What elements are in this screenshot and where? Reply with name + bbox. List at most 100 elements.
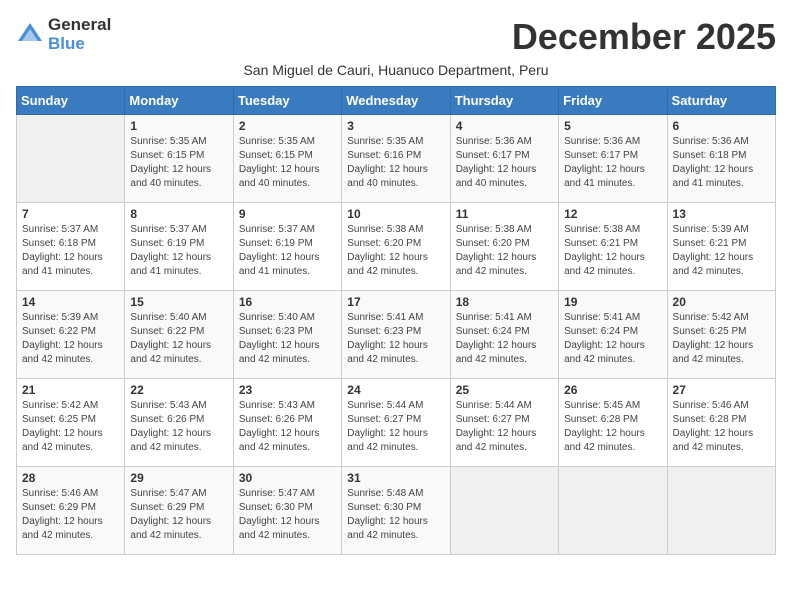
day-number: 19	[564, 295, 661, 309]
day-info: Sunrise: 5:47 AMSunset: 6:29 PMDaylight:…	[130, 487, 227, 543]
day-header-saturday: Saturday	[667, 87, 775, 115]
day-info: Sunrise: 5:39 AMSunset: 6:21 PMDaylight:…	[673, 223, 770, 279]
calendar-cell: 12 Sunrise: 5:38 AMSunset: 6:21 PMDaylig…	[559, 203, 667, 291]
day-info: Sunrise: 5:41 AMSunset: 6:23 PMDaylight:…	[347, 311, 444, 367]
day-info: Sunrise: 5:45 AMSunset: 6:28 PMDaylight:…	[564, 399, 661, 455]
calendar-cell: 31 Sunrise: 5:48 AMSunset: 6:30 PMDaylig…	[342, 467, 450, 555]
day-info: Sunrise: 5:41 AMSunset: 6:24 PMDaylight:…	[564, 311, 661, 367]
calendar-cell: 26 Sunrise: 5:45 AMSunset: 6:28 PMDaylig…	[559, 379, 667, 467]
week-row-4: 21 Sunrise: 5:42 AMSunset: 6:25 PMDaylig…	[17, 379, 776, 467]
day-info: Sunrise: 5:35 AMSunset: 6:16 PMDaylight:…	[347, 135, 444, 191]
day-number: 5	[564, 119, 661, 133]
calendar-cell: 25 Sunrise: 5:44 AMSunset: 6:27 PMDaylig…	[450, 379, 558, 467]
calendar-cell: 21 Sunrise: 5:42 AMSunset: 6:25 PMDaylig…	[17, 379, 125, 467]
day-number: 22	[130, 383, 227, 397]
calendar-cell	[667, 467, 775, 555]
calendar-cell: 15 Sunrise: 5:40 AMSunset: 6:22 PMDaylig…	[125, 291, 233, 379]
calendar-cell: 2 Sunrise: 5:35 AMSunset: 6:15 PMDayligh…	[233, 115, 341, 203]
day-info: Sunrise: 5:35 AMSunset: 6:15 PMDaylight:…	[130, 135, 227, 191]
calendar-cell: 18 Sunrise: 5:41 AMSunset: 6:24 PMDaylig…	[450, 291, 558, 379]
day-header-friday: Friday	[559, 87, 667, 115]
day-info: Sunrise: 5:37 AMSunset: 6:19 PMDaylight:…	[130, 223, 227, 279]
calendar-cell: 24 Sunrise: 5:44 AMSunset: 6:27 PMDaylig…	[342, 379, 450, 467]
day-info: Sunrise: 5:43 AMSunset: 6:26 PMDaylight:…	[130, 399, 227, 455]
calendar-cell: 9 Sunrise: 5:37 AMSunset: 6:19 PMDayligh…	[233, 203, 341, 291]
day-number: 3	[347, 119, 444, 133]
calendar-cell: 17 Sunrise: 5:41 AMSunset: 6:23 PMDaylig…	[342, 291, 450, 379]
calendar-cell: 30 Sunrise: 5:47 AMSunset: 6:30 PMDaylig…	[233, 467, 341, 555]
day-info: Sunrise: 5:44 AMSunset: 6:27 PMDaylight:…	[456, 399, 553, 455]
day-info: Sunrise: 5:48 AMSunset: 6:30 PMDaylight:…	[347, 487, 444, 543]
day-number: 23	[239, 383, 336, 397]
calendar-cell: 10 Sunrise: 5:38 AMSunset: 6:20 PMDaylig…	[342, 203, 450, 291]
logo: General Blue	[16, 16, 111, 53]
logo-general: General	[48, 16, 111, 35]
day-number: 24	[347, 383, 444, 397]
day-info: Sunrise: 5:37 AMSunset: 6:18 PMDaylight:…	[22, 223, 119, 279]
subtitle: San Miguel de Cauri, Huanuco Department,…	[16, 62, 776, 78]
calendar-cell	[450, 467, 558, 555]
day-info: Sunrise: 5:36 AMSunset: 6:18 PMDaylight:…	[673, 135, 770, 191]
day-number: 11	[456, 207, 553, 221]
day-number: 8	[130, 207, 227, 221]
calendar-cell: 7 Sunrise: 5:37 AMSunset: 6:18 PMDayligh…	[17, 203, 125, 291]
day-number: 21	[22, 383, 119, 397]
day-header-thursday: Thursday	[450, 87, 558, 115]
day-info: Sunrise: 5:37 AMSunset: 6:19 PMDaylight:…	[239, 223, 336, 279]
day-number: 17	[347, 295, 444, 309]
calendar-cell: 3 Sunrise: 5:35 AMSunset: 6:16 PMDayligh…	[342, 115, 450, 203]
week-row-3: 14 Sunrise: 5:39 AMSunset: 6:22 PMDaylig…	[17, 291, 776, 379]
day-info: Sunrise: 5:43 AMSunset: 6:26 PMDaylight:…	[239, 399, 336, 455]
day-number: 31	[347, 471, 444, 485]
calendar-cell: 1 Sunrise: 5:35 AMSunset: 6:15 PMDayligh…	[125, 115, 233, 203]
day-number: 13	[673, 207, 770, 221]
calendar-table: SundayMondayTuesdayWednesdayThursdayFrid…	[16, 86, 776, 555]
day-number: 20	[673, 295, 770, 309]
logo-icon	[16, 21, 44, 49]
day-info: Sunrise: 5:38 AMSunset: 6:21 PMDaylight:…	[564, 223, 661, 279]
month-title: December 2025	[512, 16, 776, 58]
calendar-cell: 23 Sunrise: 5:43 AMSunset: 6:26 PMDaylig…	[233, 379, 341, 467]
calendar-cell: 22 Sunrise: 5:43 AMSunset: 6:26 PMDaylig…	[125, 379, 233, 467]
day-number: 9	[239, 207, 336, 221]
day-header-tuesday: Tuesday	[233, 87, 341, 115]
day-number: 6	[673, 119, 770, 133]
week-row-1: 1 Sunrise: 5:35 AMSunset: 6:15 PMDayligh…	[17, 115, 776, 203]
day-info: Sunrise: 5:36 AMSunset: 6:17 PMDaylight:…	[456, 135, 553, 191]
day-header-sunday: Sunday	[17, 87, 125, 115]
calendar-cell: 28 Sunrise: 5:46 AMSunset: 6:29 PMDaylig…	[17, 467, 125, 555]
calendar-cell	[17, 115, 125, 203]
day-info: Sunrise: 5:42 AMSunset: 6:25 PMDaylight:…	[673, 311, 770, 367]
day-number: 26	[564, 383, 661, 397]
day-number: 28	[22, 471, 119, 485]
day-info: Sunrise: 5:39 AMSunset: 6:22 PMDaylight:…	[22, 311, 119, 367]
day-info: Sunrise: 5:46 AMSunset: 6:29 PMDaylight:…	[22, 487, 119, 543]
day-info: Sunrise: 5:38 AMSunset: 6:20 PMDaylight:…	[456, 223, 553, 279]
calendar-cell: 29 Sunrise: 5:47 AMSunset: 6:29 PMDaylig…	[125, 467, 233, 555]
day-number: 1	[130, 119, 227, 133]
day-info: Sunrise: 5:47 AMSunset: 6:30 PMDaylight:…	[239, 487, 336, 543]
day-number: 29	[130, 471, 227, 485]
day-number: 30	[239, 471, 336, 485]
day-header-monday: Monday	[125, 87, 233, 115]
day-number: 14	[22, 295, 119, 309]
day-number: 4	[456, 119, 553, 133]
day-number: 16	[239, 295, 336, 309]
day-info: Sunrise: 5:40 AMSunset: 6:22 PMDaylight:…	[130, 311, 227, 367]
day-number: 10	[347, 207, 444, 221]
day-number: 18	[456, 295, 553, 309]
calendar-cell	[559, 467, 667, 555]
day-info: Sunrise: 5:40 AMSunset: 6:23 PMDaylight:…	[239, 311, 336, 367]
day-info: Sunrise: 5:36 AMSunset: 6:17 PMDaylight:…	[564, 135, 661, 191]
day-number: 2	[239, 119, 336, 133]
day-info: Sunrise: 5:44 AMSunset: 6:27 PMDaylight:…	[347, 399, 444, 455]
days-header-row: SundayMondayTuesdayWednesdayThursdayFrid…	[17, 87, 776, 115]
calendar-cell: 16 Sunrise: 5:40 AMSunset: 6:23 PMDaylig…	[233, 291, 341, 379]
day-header-wednesday: Wednesday	[342, 87, 450, 115]
day-number: 12	[564, 207, 661, 221]
calendar-cell: 6 Sunrise: 5:36 AMSunset: 6:18 PMDayligh…	[667, 115, 775, 203]
calendar-cell: 5 Sunrise: 5:36 AMSunset: 6:17 PMDayligh…	[559, 115, 667, 203]
day-info: Sunrise: 5:41 AMSunset: 6:24 PMDaylight:…	[456, 311, 553, 367]
week-row-5: 28 Sunrise: 5:46 AMSunset: 6:29 PMDaylig…	[17, 467, 776, 555]
calendar-cell: 20 Sunrise: 5:42 AMSunset: 6:25 PMDaylig…	[667, 291, 775, 379]
